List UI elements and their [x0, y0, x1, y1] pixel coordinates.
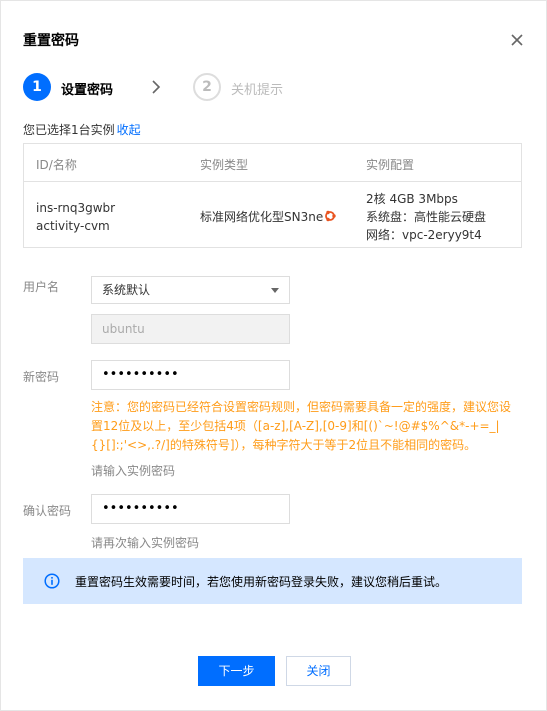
instance-table: ID/名称 实例类型 实例配置 ins-rnq3gwbr activity-cv…	[23, 143, 522, 248]
info-icon	[44, 573, 60, 589]
ubuntu-icon	[325, 210, 336, 222]
step-2-number: 2	[193, 73, 221, 101]
info-notice: 重置密码生效需要时间，若您使用新密码登录失败，建议您稍后重试。	[23, 558, 522, 604]
instance-name: activity-cvm	[36, 219, 110, 233]
selection-count-text: 您已选择1台实例	[23, 123, 115, 137]
reset-password-dialog: 重置密码 1 设置密码 2 关机提示 您已选择1台实例 收起 ID/名称 实例类型…	[0, 0, 547, 711]
dialog-title: 重置密码	[23, 33, 79, 49]
username-label: 用户名	[23, 280, 60, 294]
caret-down-icon	[271, 288, 279, 293]
new-password-hint: 请输入实例密码	[91, 464, 176, 478]
step-1-number: 1	[23, 73, 51, 101]
new-password-label: 新密码	[23, 370, 60, 384]
instance-config-spec: 2核 4GB 3Mbps	[366, 192, 458, 206]
chevron-right-icon	[152, 80, 161, 94]
table-divider	[24, 181, 521, 182]
instance-config-network: 网络：vpc-2eryy9t4	[366, 228, 482, 242]
info-text: 重置密码生效需要时间，若您使用新密码登录失败，建议您稍后重试。	[75, 575, 448, 589]
close-icon[interactable]	[508, 31, 526, 49]
close-button[interactable]: 关闭	[286, 656, 351, 686]
username-input: ubuntu	[91, 314, 290, 344]
username-select[interactable]: 系统默认	[91, 276, 290, 304]
column-header-type: 实例类型	[200, 158, 249, 172]
confirm-password-label: 确认密码	[23, 504, 72, 518]
confirm-password-hint: 请再次输入实例密码	[91, 536, 200, 550]
new-password-input[interactable]: ••••••••••	[91, 360, 290, 390]
instance-type-text: 标准网络优化型SN3ne	[200, 210, 324, 224]
confirm-password-input[interactable]: ••••••••••	[91, 494, 290, 524]
instance-type: 标准网络优化型SN3ne	[200, 208, 336, 226]
selection-summary: 您已选择1台实例 收起	[23, 121, 141, 138]
password-strength-warning: 注意：您的密码已经符合设置密码规则，但密码需要具备一定的强度，建议您设置12位及…	[91, 400, 512, 452]
collapse-link[interactable]: 收起	[117, 123, 141, 137]
step-2-label: 关机提示	[231, 83, 284, 98]
column-header-id: ID/名称	[36, 158, 77, 172]
column-header-config: 实例配置	[366, 158, 415, 172]
next-step-button[interactable]: 下一步	[198, 656, 275, 686]
username-select-value: 系统默认	[102, 283, 151, 297]
step-1-label: 设置密码	[61, 83, 114, 98]
instance-id: ins-rnq3gwbr	[36, 201, 116, 215]
instance-config-disk: 系统盘：高性能云硬盘	[366, 210, 487, 224]
